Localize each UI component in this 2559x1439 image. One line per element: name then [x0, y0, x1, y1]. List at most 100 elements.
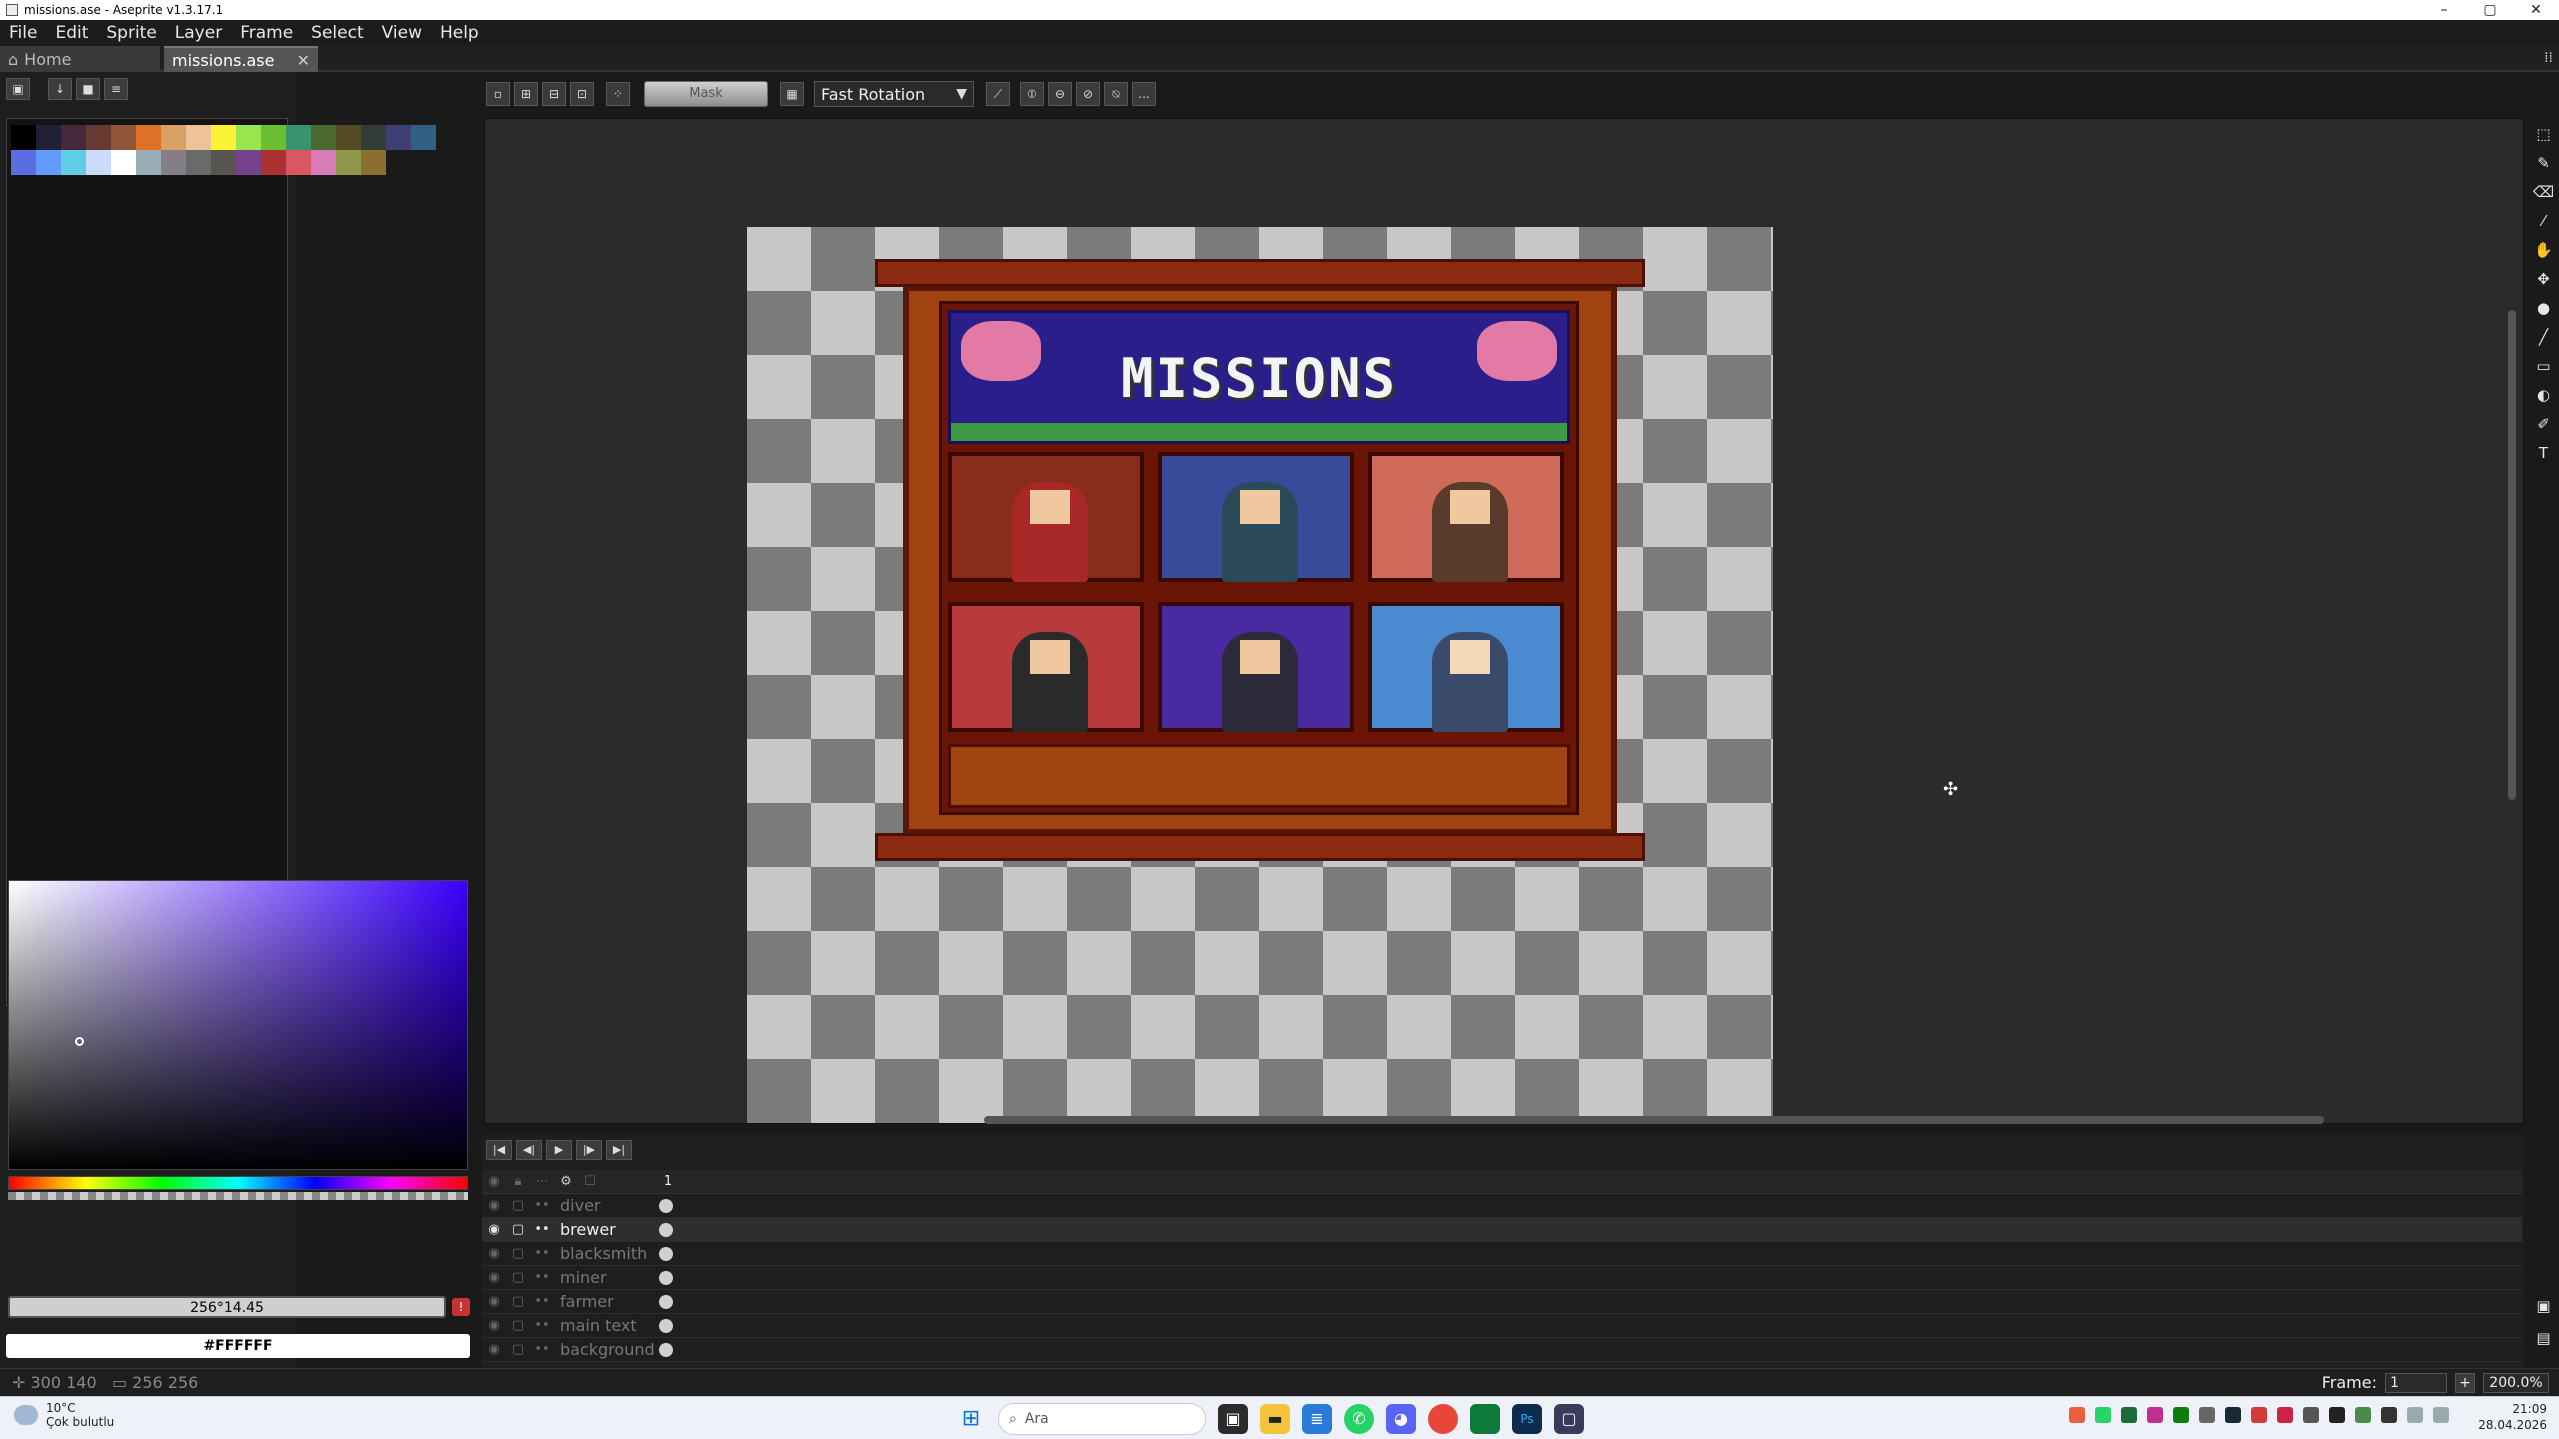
palette-swatch[interactable]	[161, 125, 186, 150]
previous-frame-icon[interactable]: ◀|	[516, 1140, 542, 1160]
tray-app-icon[interactable]	[2147, 1407, 2163, 1423]
lock-header-icon[interactable]: 🔒︎	[506, 1171, 530, 1193]
taskbar-clock[interactable]: 21:09 28.04.2026	[2478, 1401, 2547, 1433]
lock-icon[interactable]: ▢	[506, 1339, 530, 1361]
menu-file[interactable]: File	[0, 23, 46, 43]
eye-icon[interactable]: ◉	[482, 1315, 506, 1337]
tray-app-icon[interactable]	[2069, 1407, 2085, 1423]
continuous-icon[interactable]: ••	[530, 1195, 554, 1217]
palette-swatch[interactable]	[211, 125, 236, 150]
vertical-scrollbar[interactable]	[2508, 310, 2516, 800]
menu-frame[interactable]: Frame	[231, 23, 302, 43]
palette-swatch[interactable]	[311, 125, 336, 150]
layer-row[interactable]: ◉ ▢ •• background	[482, 1338, 2522, 1362]
cel[interactable]	[654, 1243, 678, 1265]
palette-swatch[interactable]	[211, 150, 236, 175]
palette-swatch[interactable]	[61, 125, 86, 150]
more-options-icon[interactable]: ...	[1132, 82, 1156, 106]
palette-swatch[interactable]	[186, 125, 211, 150]
palette-swatch[interactable]	[11, 150, 36, 175]
pencil-icon[interactable]: ✎	[2533, 151, 2555, 175]
blur-icon[interactable]: ✐	[2533, 412, 2555, 436]
palette-swatch[interactable]	[311, 150, 336, 175]
eyedropper-icon[interactable]: ⁄	[2533, 209, 2555, 233]
hex-color-field[interactable]: #FFFFFF	[6, 1334, 470, 1358]
tray-app-icon[interactable]	[2381, 1407, 2397, 1423]
move-icon[interactable]: ✥	[2533, 267, 2555, 291]
continuous-icon[interactable]: ••	[530, 1267, 554, 1289]
photoshop-icon[interactable]: Ps	[1512, 1404, 1542, 1434]
layer-row[interactable]: ◉ ▢ •• diver	[482, 1194, 2522, 1218]
cel[interactable]	[654, 1339, 678, 1361]
tray-whatsapp-icon[interactable]	[2095, 1407, 2111, 1423]
menu-edit[interactable]: Edit	[46, 23, 97, 43]
palette-swatch[interactable]	[411, 125, 436, 150]
layer-name[interactable]: brewer	[554, 1220, 654, 1239]
no-rotate-icon[interactable]: ⍉	[1104, 82, 1128, 106]
palette-swatch[interactable]	[336, 150, 361, 175]
palette-swatch[interactable]	[136, 150, 161, 175]
aseprite-taskbar-icon[interactable]: ▢	[1554, 1404, 1584, 1434]
rotate-icon[interactable]: ⊘	[1076, 82, 1100, 106]
palette-swatch[interactable]	[186, 150, 211, 175]
sprite-artwork[interactable]: MISSIONS	[875, 259, 1645, 869]
tab-options-icon[interactable]: ⁞⁞	[2544, 50, 2553, 66]
palette-swatch[interactable]	[111, 150, 136, 175]
lock-icon[interactable]: ▢	[506, 1243, 530, 1265]
color-cursor[interactable]	[75, 1037, 84, 1046]
minimize-button[interactable]: –	[2421, 2, 2467, 18]
palette-options-icon[interactable]: ≡	[104, 78, 128, 100]
palette-swatch[interactable]	[136, 125, 161, 150]
menu-select[interactable]: Select	[302, 23, 372, 43]
layer-name[interactable]: blacksmith	[554, 1244, 654, 1263]
rectangle-icon[interactable]: ▭	[2533, 354, 2555, 378]
continuous-icon[interactable]: ••	[530, 1219, 554, 1241]
eye-icon[interactable]: ◉	[482, 1339, 506, 1361]
palette-swatch[interactable]	[11, 125, 36, 150]
layer-name[interactable]: background	[554, 1340, 655, 1359]
palette-swatch[interactable]	[36, 125, 61, 150]
flip-horizontal-icon[interactable]: ⦶	[1020, 82, 1044, 106]
palette-swatch[interactable]	[286, 150, 311, 175]
new-frame-button[interactable]: +	[2455, 1372, 2475, 1393]
palette-swatch[interactable]	[36, 150, 61, 175]
windows-start-icon[interactable]: ⊞	[956, 1404, 986, 1434]
last-frame-icon[interactable]: ▶|	[606, 1140, 632, 1160]
layer-row[interactable]: ◉ ▢ •• miner	[482, 1266, 2522, 1290]
tray-nvidia-icon[interactable]	[2121, 1407, 2137, 1423]
pivot-icon[interactable]: ⁘	[606, 82, 630, 106]
palette-swatch[interactable]	[336, 125, 361, 150]
line-icon[interactable]: ╱	[2533, 325, 2555, 349]
palette-presets-icon[interactable]: ■	[76, 78, 100, 100]
continuous-icon[interactable]: ••	[530, 1339, 554, 1361]
task-view-icon[interactable]: ▣	[1218, 1404, 1248, 1434]
lock-palette-icon[interactable]: ▣	[6, 78, 30, 100]
lock-icon[interactable]: ▢	[506, 1219, 530, 1241]
hand-icon[interactable]: ✋	[2533, 238, 2555, 262]
palette-sort-icon[interactable]: ↓	[48, 78, 72, 100]
layer-name[interactable]: farmer	[554, 1292, 654, 1311]
layer-name[interactable]: diver	[554, 1196, 654, 1215]
alpha-slider[interactable]	[8, 1192, 468, 1200]
layer-settings-icon[interactable]: ⚙︎	[554, 1171, 578, 1193]
lock-icon[interactable]: ▢	[506, 1291, 530, 1313]
canvas-viewport[interactable]: MISSIONS ✣	[484, 118, 2524, 1124]
text-icon[interactable]: T	[2533, 441, 2555, 465]
eye-icon[interactable]: ◉	[482, 1267, 506, 1289]
tray-xbox-icon[interactable]	[2173, 1407, 2189, 1423]
transparent-color-icon[interactable]: ▦	[780, 82, 804, 106]
palette-swatch[interactable]	[261, 150, 286, 175]
timeline-toggle-icon[interactable]: ▤	[2533, 1326, 2555, 1350]
preview-icon[interactable]: ▣	[2533, 1294, 2555, 1318]
palette-swatch[interactable]	[236, 150, 261, 175]
layer-row[interactable]: ◉ ▢ •• farmer	[482, 1290, 2522, 1314]
flip-vertical-icon[interactable]: ⊖	[1048, 82, 1072, 106]
color-warning-button[interactable]: !	[452, 1298, 470, 1316]
palette-swatch[interactable]	[86, 125, 111, 150]
maximize-button[interactable]: ▢	[2467, 2, 2513, 18]
eye-icon[interactable]: ◉	[482, 1195, 506, 1217]
saturation-value-picker[interactable]	[8, 880, 468, 1170]
layer-row[interactable]: ◉ ▢ •• blacksmith	[482, 1242, 2522, 1266]
notepad-icon[interactable]: ≣	[1302, 1404, 1332, 1434]
menu-help[interactable]: Help	[431, 23, 488, 43]
